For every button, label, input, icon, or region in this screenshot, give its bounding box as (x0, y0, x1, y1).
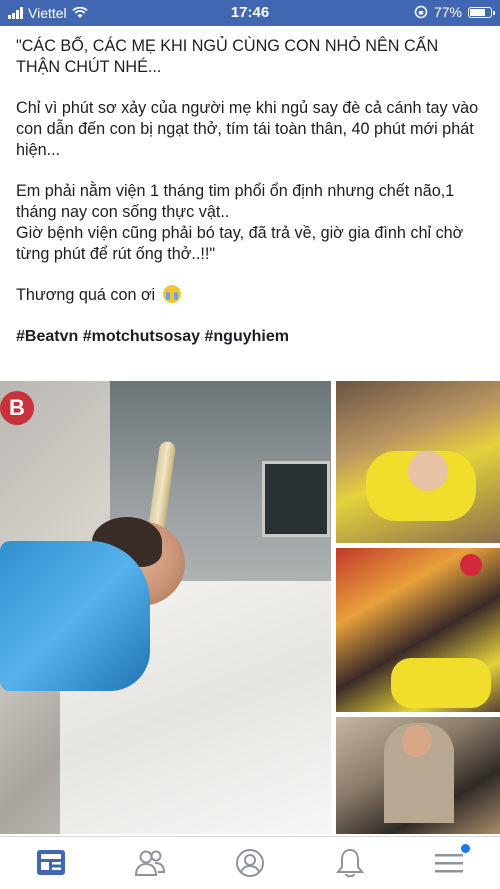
status-bar: Viettel 17:46 77% (0, 0, 500, 26)
nav-profile[interactable] (233, 847, 267, 879)
brand-logo: B (0, 391, 34, 425)
notification-dot (461, 844, 470, 853)
baby-face (408, 451, 448, 491)
orientation-lock-icon (414, 5, 428, 19)
news-feed-icon (37, 850, 65, 875)
battery-percent: 77% (433, 4, 462, 20)
post-photo-4[interactable] (336, 717, 500, 834)
post-paragraph: "CÁC BỐ, CÁC MẸ KHI NGỦ CÙNG CON NHỎ NÊN… (16, 37, 439, 76)
post-paragraph: Chỉ vì phút sơ xảy của người mẹ khi ngủ … (16, 99, 479, 159)
yellow-blanket (391, 658, 491, 708)
bottom-nav (0, 836, 500, 889)
post-paragraph: Thương quá con ơi (16, 286, 156, 304)
status-bar-right: 77% (414, 4, 495, 20)
post-hashtags[interactable]: #Beatvn #motchutsosay #nguyhiem (16, 326, 484, 347)
post-paragraph-emoji: Thương quá con ơi (16, 285, 484, 306)
woman-face (402, 725, 432, 757)
blue-cloth (0, 541, 150, 691)
profile-icon (236, 849, 264, 877)
menu-icon (435, 854, 463, 873)
post-photo-2[interactable] (336, 381, 500, 543)
nav-notifications[interactable] (333, 847, 367, 879)
nav-menu[interactable] (432, 844, 470, 879)
bell-icon (335, 848, 365, 878)
friends-icon (134, 850, 166, 876)
crying-emoji-icon (162, 285, 181, 303)
nav-news-feed[interactable] (34, 847, 68, 879)
post-text: "CÁC BỐ, CÁC MẸ KHI NGỦ CÙNG CON NHỎ NÊN… (16, 36, 484, 367)
nav-friends[interactable] (133, 847, 167, 879)
post-photo-main[interactable]: B (0, 381, 331, 834)
medical-monitor (262, 461, 330, 537)
post-paragraph: Giờ bệnh viện cũng phải bó tay, đã trả v… (16, 224, 464, 263)
red-decoration (460, 554, 482, 576)
battery-icon (468, 6, 495, 18)
post-paragraph: Em phải nằm viện 1 tháng tim phổi ổn địn… (16, 182, 455, 221)
post-photo-3[interactable] (336, 548, 500, 712)
